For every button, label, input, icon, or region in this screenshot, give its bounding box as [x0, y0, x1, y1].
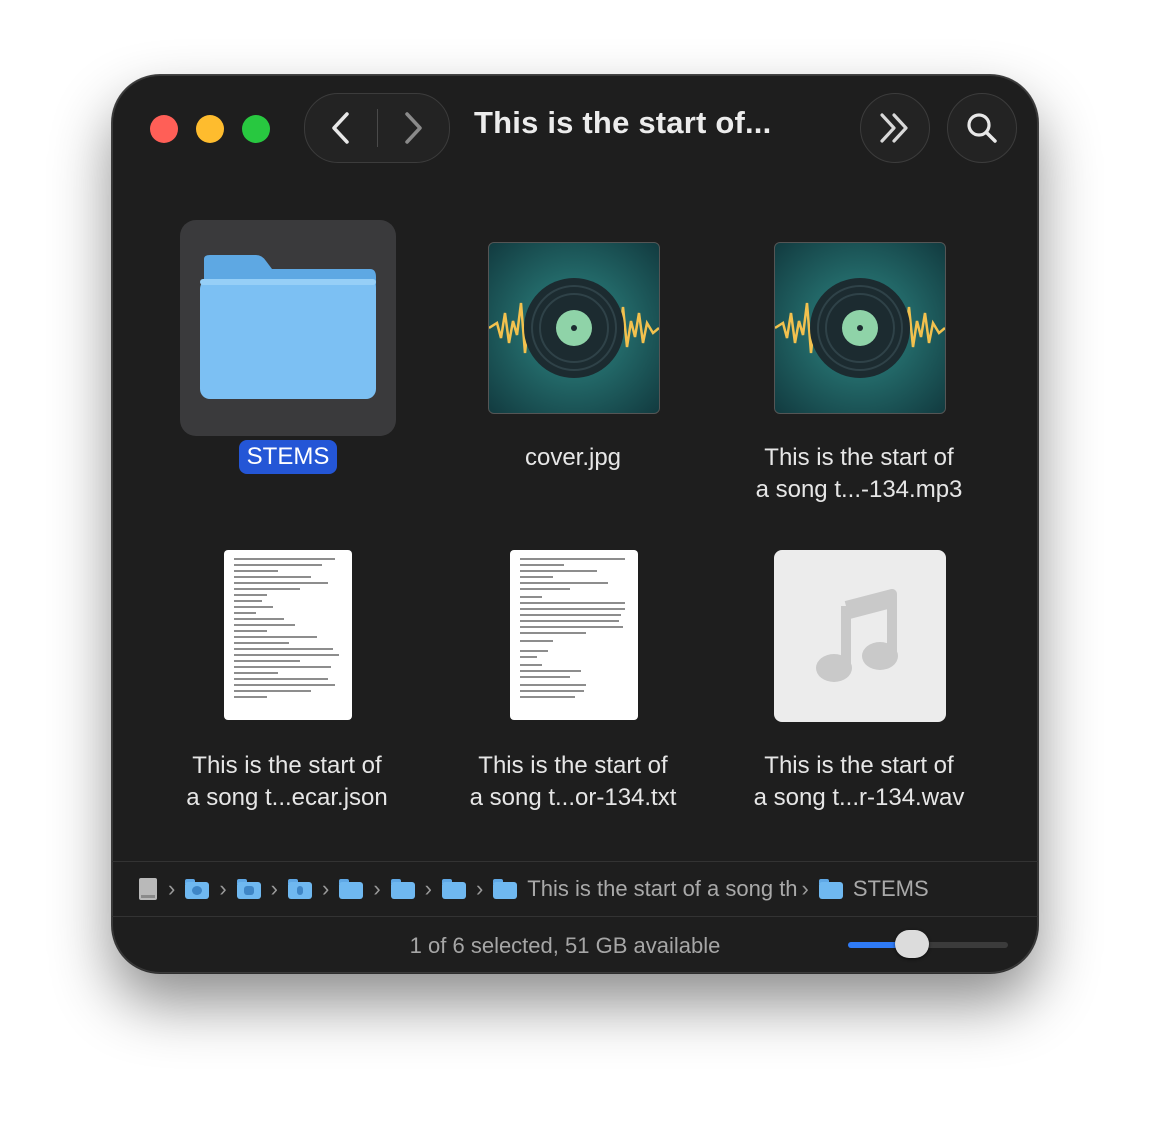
users-folder-icon [185, 879, 210, 899]
icon-size-slider[interactable] [848, 930, 1008, 958]
home-folder-icon [236, 879, 261, 899]
path-crumb-label: STEMS [852, 876, 929, 901]
item-label-line1: This is the start of [764, 752, 954, 779]
item-label-cover[interactable]: cover.jpg [443, 442, 703, 474]
back-button[interactable] [305, 94, 377, 162]
json-document-thumbnail[interactable] [224, 550, 352, 720]
path-separator-icon: › [475, 876, 484, 901]
path-bar: › › › › › › › This is the start of a son… [112, 861, 1038, 917]
path-crumb-parent[interactable]: This is the start of a song th [493, 876, 798, 902]
path-crumb-folder[interactable] [390, 879, 415, 899]
double-chevron-right-icon [880, 113, 908, 143]
item-label-mp3[interactable]: This is the start of a song t...-134.mp3 [729, 442, 989, 506]
folder-icon [390, 879, 415, 899]
folder-icon [493, 879, 518, 899]
item-label-txt[interactable]: This is the start of a song t...or-134.t… [443, 750, 703, 814]
item-label-line1: This is the start of [478, 752, 668, 779]
wav-thumbnail[interactable] [774, 550, 946, 722]
music-note-icon [816, 589, 898, 682]
close-window-button[interactable] [150, 115, 178, 143]
item-label-line1: This is the start of [192, 752, 382, 779]
path-separator-icon: › [373, 876, 381, 901]
path-separator-icon: › [321, 876, 330, 901]
path-crumb-current[interactable]: STEMS [818, 876, 929, 902]
item-label-line2: a song t...-134.mp3 [755, 476, 963, 503]
navigation-group [304, 93, 450, 163]
text-document-thumbnail[interactable] [510, 550, 638, 720]
item-label-json[interactable]: This is the start of a song t...ecar.jso… [157, 750, 417, 814]
path-separator-icon: › [424, 876, 432, 901]
search-button[interactable] [947, 93, 1017, 163]
item-label-line2: a song t...or-134.txt [469, 784, 677, 811]
item-label-line1: This is the start of [764, 444, 954, 471]
vinyl-soundwave-art-icon [489, 243, 659, 413]
mp3-thumbnail[interactable] [774, 242, 946, 414]
path-crumb-folder[interactable] [441, 879, 466, 899]
music-folder-icon [287, 879, 312, 899]
minimize-window-button[interactable] [196, 115, 224, 143]
item-label-line2: a song t...r-134.wav [753, 784, 965, 811]
window-title: This is the start of... [474, 105, 772, 140]
item-label-line2: a song t...ecar.json [186, 784, 388, 811]
document-text-preview [234, 558, 344, 702]
hard-disk-icon [139, 878, 157, 900]
finder-window: This is the start of... STEMS cover.jpg … [112, 75, 1038, 973]
magnifier-icon [967, 113, 997, 143]
chevron-right-icon [405, 112, 422, 144]
item-label-stems[interactable]: STEMS [158, 440, 418, 474]
folder-icon [339, 879, 364, 899]
more-toolbar-items-button[interactable] [860, 93, 930, 163]
path-crumb-home[interactable] [236, 879, 261, 899]
path-crumb-music[interactable] [287, 879, 312, 899]
item-label-wav[interactable]: This is the start of a song t...r-134.wa… [729, 750, 989, 814]
folder-icon [441, 879, 466, 899]
path-crumb-disk[interactable] [138, 877, 158, 901]
slider-knob[interactable] [895, 930, 929, 958]
path-crumb-label: This is the start of a song th [527, 876, 798, 901]
folder-icon [818, 879, 843, 899]
zoom-window-button[interactable] [242, 115, 270, 143]
path-crumb-folder[interactable] [339, 879, 364, 899]
path-crumb-users[interactable] [185, 879, 210, 899]
path-separator-icon: › [270, 876, 278, 901]
forward-button[interactable] [378, 94, 450, 162]
selected-item-name[interactable]: STEMS [238, 440, 338, 474]
status-bar: 1 of 6 selected, 51 GB available [112, 918, 1038, 973]
folder-icon[interactable] [198, 255, 378, 401]
document-text-preview [520, 558, 630, 702]
cover-thumbnail[interactable] [488, 242, 660, 414]
vinyl-soundwave-art-icon [775, 243, 945, 413]
path-separator-icon: › [219, 876, 227, 901]
chevron-left-icon [332, 112, 349, 144]
path-separator-icon: › [168, 876, 176, 901]
path-separator-icon: › [801, 876, 809, 901]
